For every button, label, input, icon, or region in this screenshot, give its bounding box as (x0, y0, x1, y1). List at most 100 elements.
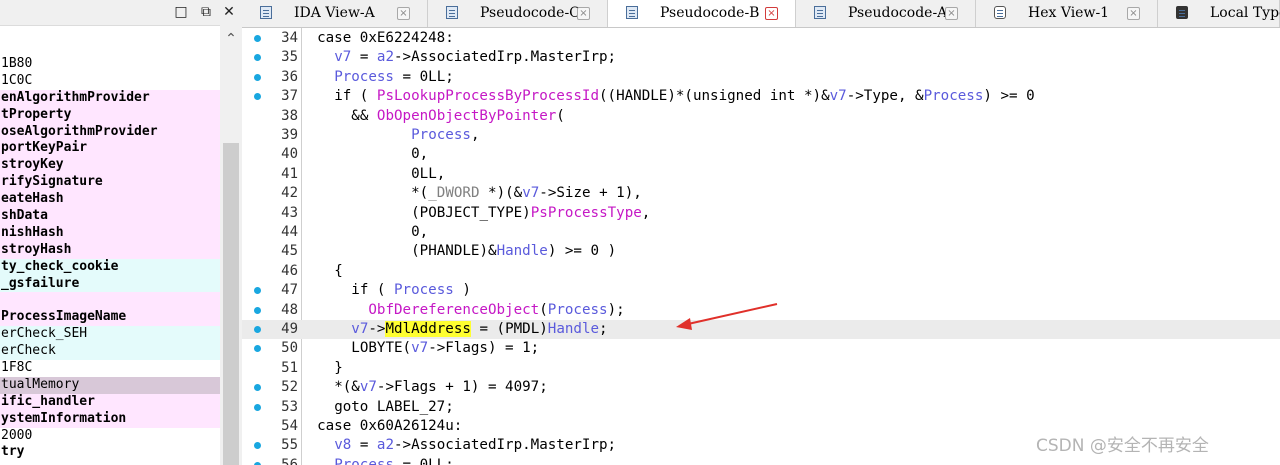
function-list-item[interactable]: tProperty (0, 106, 220, 124)
code-text: v8 = a2->AssociatedIrp.MasterIrp; (334, 436, 616, 455)
code-line[interactable]: 40 0, (242, 145, 1280, 164)
code-text: && ObOpenObjectByPointer( (351, 107, 565, 126)
code-text: 0, (411, 223, 428, 242)
code-line[interactable]: 34 case 0xE6224248: (242, 29, 1280, 48)
function-list-item[interactable]: 1C0C (0, 73, 220, 90)
function-list-item[interactable]: erCheck (0, 343, 220, 361)
function-list-item[interactable]: erCheck_SEH (0, 326, 220, 344)
code-line[interactable]: 56 Process = 0LL; (242, 456, 1280, 465)
code-line[interactable]: 38 && ObOpenObjectByPointer( (242, 107, 1280, 126)
breakpoint-dot-icon[interactable] (254, 326, 261, 333)
function-list-item[interactable]: shData (0, 208, 220, 225)
code-token: } (334, 359, 343, 376)
breakpoint-dot-icon[interactable] (254, 306, 261, 314)
code-line[interactable]: 47 if ( Process ) (242, 281, 1280, 300)
tab-ida-view-a[interactable]: IDA View-A × (242, 0, 428, 27)
code-token: case 0xE6224248: (317, 30, 454, 46)
code-line[interactable]: 48 ObfDereferenceObject(Process); (242, 301, 1280, 320)
breakpoint-dot-icon[interactable] (254, 54, 261, 62)
scroll-up-icon[interactable]: ⌃ (220, 29, 242, 49)
function-list-item[interactable]: rifySignature (0, 174, 220, 192)
breakpoint-dot-icon[interactable] (254, 73, 261, 81)
function-list-item[interactable]: _gsfailure (0, 275, 220, 293)
function-list-item[interactable]: 2000 (0, 428, 220, 445)
restore-icon[interactable]: ⧉ (197, 3, 215, 21)
function-list-item[interactable]: try (0, 444, 220, 461)
code-token: (PHANDLE)& (411, 243, 497, 260)
code-text: Process = 0LL; (334, 456, 454, 465)
tab-hex-view-1[interactable]: Hex View-1 × (976, 0, 1158, 27)
code-token: , (641, 204, 651, 221)
function-list-item[interactable]: portKeyPair (0, 140, 220, 158)
code-token: ObOpenObjectByPointer (376, 107, 557, 124)
function-list-item[interactable]: oseAlgorithmProvider (0, 123, 220, 141)
tab-pseudocode-a[interactable]: Pseudocode-A × (796, 0, 976, 27)
code-token: , (470, 127, 480, 143)
function-list-item[interactable]: tualMemory (0, 376, 220, 394)
function-list-item[interactable]: enAlgorithmProvider (0, 89, 220, 107)
code-line[interactable]: 35 v7 = a2->AssociatedIrp.MasterIrp; (242, 48, 1280, 67)
code-token: = (351, 437, 377, 454)
breakpoint-dot-icon[interactable] (254, 93, 261, 101)
code-line[interactable]: 43 (POBJECT_TYPE)PsProcessType, (242, 204, 1280, 223)
minimize-icon[interactable]: □ (172, 3, 190, 21)
function-list-item[interactable]: 1F8C (0, 360, 220, 377)
pseudocode-view[interactable]: 34 case 0xE6224248: 35 v7 = a2->AssociatedI… (242, 28, 1280, 465)
function-list-item[interactable]: ystemInformation (0, 410, 220, 428)
tab-close-icon[interactable]: × (945, 7, 958, 20)
breakpoint-dot-icon[interactable] (254, 287, 261, 295)
tab-pseudocode-c[interactable]: Pseudocode-C × (428, 0, 608, 27)
code-line[interactable]: 52 *(&v7->Flags + 1) = 4097; (242, 378, 1280, 397)
function-list-item[interactable]: nishHash (0, 224, 220, 242)
code-line[interactable]: 36 Process = 0LL; (242, 68, 1280, 87)
breakpoint-dot-icon[interactable] (254, 403, 261, 411)
line-number: 56 (281, 456, 298, 465)
breakpoint-dot-icon[interactable] (254, 384, 261, 392)
code-line[interactable]: 39 Process, (242, 126, 1280, 145)
code-line[interactable]: 46 { (242, 262, 1280, 281)
function-list-item[interactable] (0, 292, 220, 310)
breakpoint-dot-icon[interactable] (254, 345, 261, 353)
code-line[interactable]: 42 *(_DWORD *)(&v7->Size + 1), (242, 184, 1280, 203)
scrollbar-thumb[interactable] (223, 143, 239, 465)
code-line[interactable]: 50 LOBYTE(v7->Flags) = 1; (242, 339, 1280, 358)
tab-local-types[interactable]: Local Types (1158, 0, 1280, 27)
code-token: Process (334, 68, 394, 85)
tab-close-icon[interactable]: × (577, 7, 590, 20)
function-list-item[interactable]: ProcessImageName (0, 309, 220, 327)
code-text: 0LL, (411, 165, 445, 184)
code-token: v7 (411, 340, 429, 357)
code-line[interactable]: 37 if ( PsLookupProcessByProcessId((HANDL… (242, 87, 1280, 106)
line-number: 45 (281, 243, 298, 260)
function-list-item[interactable]: ty_check_cookie (0, 258, 220, 276)
tab-close-icon[interactable]: × (765, 7, 778, 20)
code-text: 0, (411, 145, 428, 164)
code-line[interactable]: 45 (PHANDLE)&Handle) >= 0 ) (242, 242, 1280, 261)
code-token: ) (453, 282, 471, 299)
function-list-item[interactable]: 1B80 (0, 56, 220, 73)
functions-scrollbar[interactable]: ⌃ (220, 25, 242, 465)
breakpoint-dot-icon[interactable] (254, 442, 261, 450)
code-line[interactable]: 44 0, (242, 223, 1280, 242)
functions-panel-titlebar: □ ⧉ ✕ (0, 0, 242, 26)
code-token: Process (394, 282, 454, 299)
tab-close-icon[interactable]: × (397, 7, 410, 20)
line-number: 50 (281, 340, 298, 357)
code-line[interactable]: 41 0LL, (242, 165, 1280, 184)
code-line[interactable]: 51} (242, 359, 1280, 378)
function-list-item[interactable]: stroyKey (0, 157, 220, 175)
tab-pseudocode-b[interactable]: Pseudocode-B × (608, 0, 796, 27)
code-line[interactable]: 53 goto LABEL_27; (242, 398, 1280, 417)
function-list-item[interactable]: ific_handler (0, 393, 220, 411)
line-number: 55 (281, 437, 298, 454)
breakpoint-dot-icon[interactable] (254, 35, 261, 42)
function-list-item[interactable]: stroyHash (0, 241, 220, 259)
code-line[interactable]: 49 v7->MdlAddress = (PMDL)Handle; (242, 320, 1280, 340)
tab-close-icon[interactable]: × (1127, 7, 1140, 20)
function-list-item[interactable]: eateHash (0, 191, 220, 209)
code-token: ( (539, 301, 548, 318)
code-text: *(&v7->Flags + 1) = 4097; (334, 378, 548, 397)
close-icon[interactable]: ✕ (220, 3, 238, 21)
pseudocode-icon (446, 6, 458, 19)
code-token: 0LL, (411, 165, 446, 182)
